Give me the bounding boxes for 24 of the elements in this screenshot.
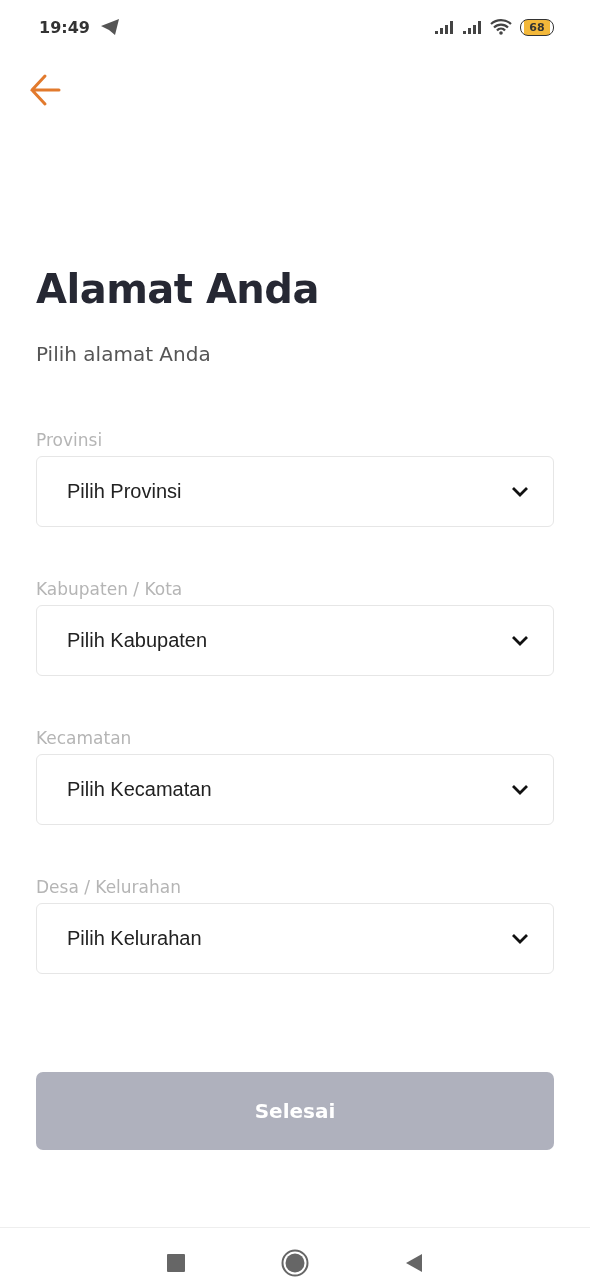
clock: 19:49: [39, 17, 90, 37]
chevron-down-icon: [511, 635, 529, 646]
back-arrow-icon: [27, 72, 63, 108]
dropdown-field[interactable]: Pilih Kelurahan: [36, 903, 554, 974]
field-label: Kecamatan: [36, 728, 133, 748]
paper-plane-icon: [99, 18, 120, 36]
dropdown-field[interactable]: Pilih Kecamatan: [36, 754, 554, 825]
battery-indicator: 68: [520, 18, 554, 36]
field-label: Kabupaten / Kota: [36, 579, 184, 599]
page-title: Alamat Anda: [36, 266, 320, 312]
wifi-icon: [490, 19, 512, 35]
signal-icon: [434, 20, 456, 34]
page-subtitle: Pilih alamat Anda: [36, 342, 212, 366]
home-icon[interactable]: [281, 1249, 309, 1277]
chevron-down-icon: [511, 486, 529, 497]
chevron-down-icon: [511, 784, 529, 795]
chevron-down-icon: [511, 933, 529, 944]
signal-icon: [462, 20, 484, 34]
dropdown-field[interactable]: Pilih Provinsi: [36, 456, 554, 527]
field-label: Provinsi: [36, 430, 104, 450]
dropdown-field[interactable]: Pilih Kabupaten: [36, 605, 554, 676]
back-icon[interactable]: [405, 1253, 423, 1273]
back-button[interactable]: [27, 72, 63, 108]
field-label: Desa / Kelurahan: [36, 877, 182, 897]
